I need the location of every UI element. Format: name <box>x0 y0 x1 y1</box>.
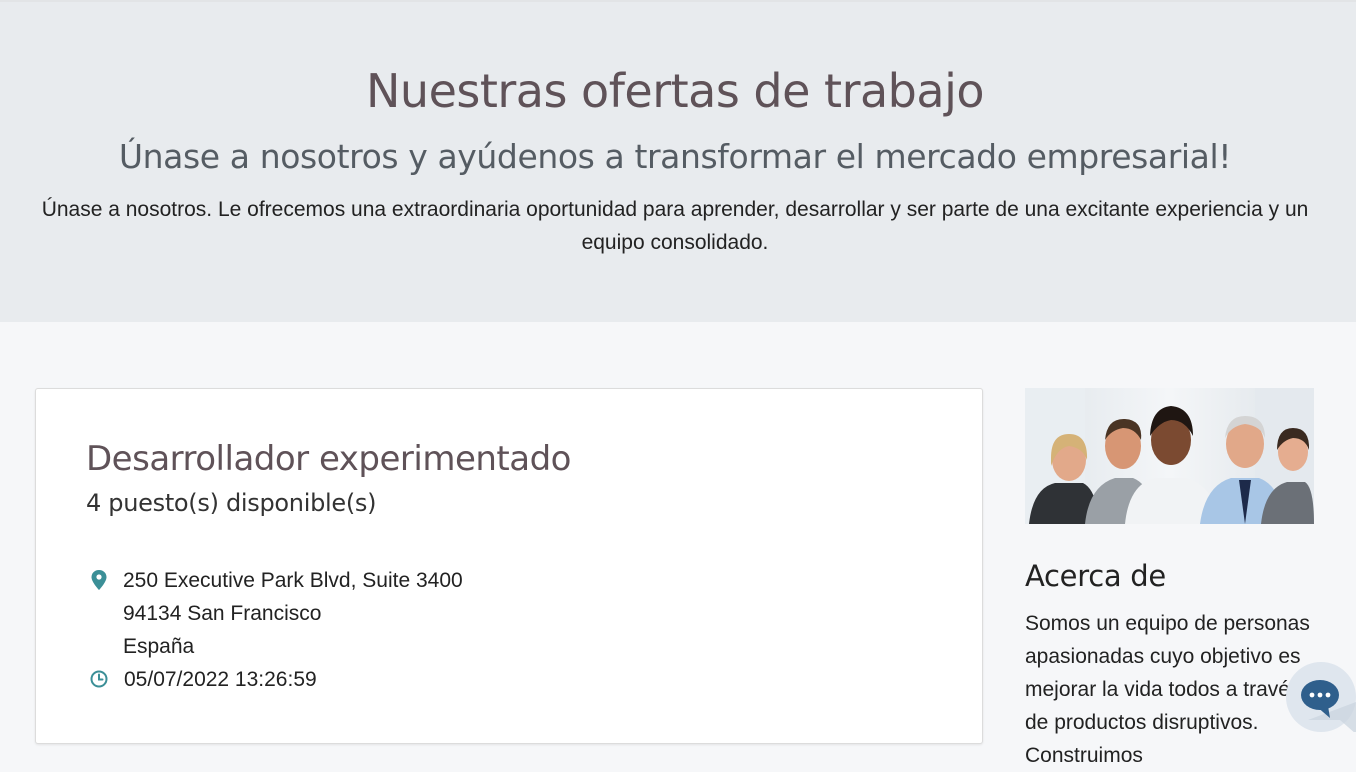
job-title[interactable]: Desarrollador experimentado <box>86 439 571 479</box>
map-marker-icon <box>91 570 107 590</box>
job-positions-available: 4 puesto(s) disponible(s) <box>86 489 377 517</box>
chat-button[interactable] <box>1286 662 1356 734</box>
hero-description: Únase a nosotros. Le ofrecemos una extra… <box>41 198 1309 254</box>
page-title: Nuestras ofertas de trabajo <box>366 64 985 118</box>
address-line-3: España <box>123 635 195 658</box>
about-description: Somos un equipo de personas apasionadas … <box>1025 612 1310 767</box>
address-line-2: 94134 San Francisco <box>123 602 322 625</box>
about-title: Acerca de <box>1025 559 1166 593</box>
job-address: 250 Executive Park Blvd, Suite 3400 9413… <box>123 564 463 663</box>
job-published-date: 05/07/2022 13:26:59 <box>124 668 317 691</box>
hero-banner: Nuestras ofertas de trabajo Únase a noso… <box>0 0 1356 322</box>
address-line-1: 250 Executive Park Blvd, Suite 3400 <box>123 569 463 592</box>
job-card[interactable]: Desarrollador experimentado 4 puesto(s) … <box>35 388 983 744</box>
chat-bubble-icon <box>1301 680 1356 734</box>
team-photo <box>1025 388 1314 524</box>
clock-icon <box>90 670 108 688</box>
page-subtitle: Únase a nosotros y ayúdenos a transforma… <box>118 137 1232 176</box>
